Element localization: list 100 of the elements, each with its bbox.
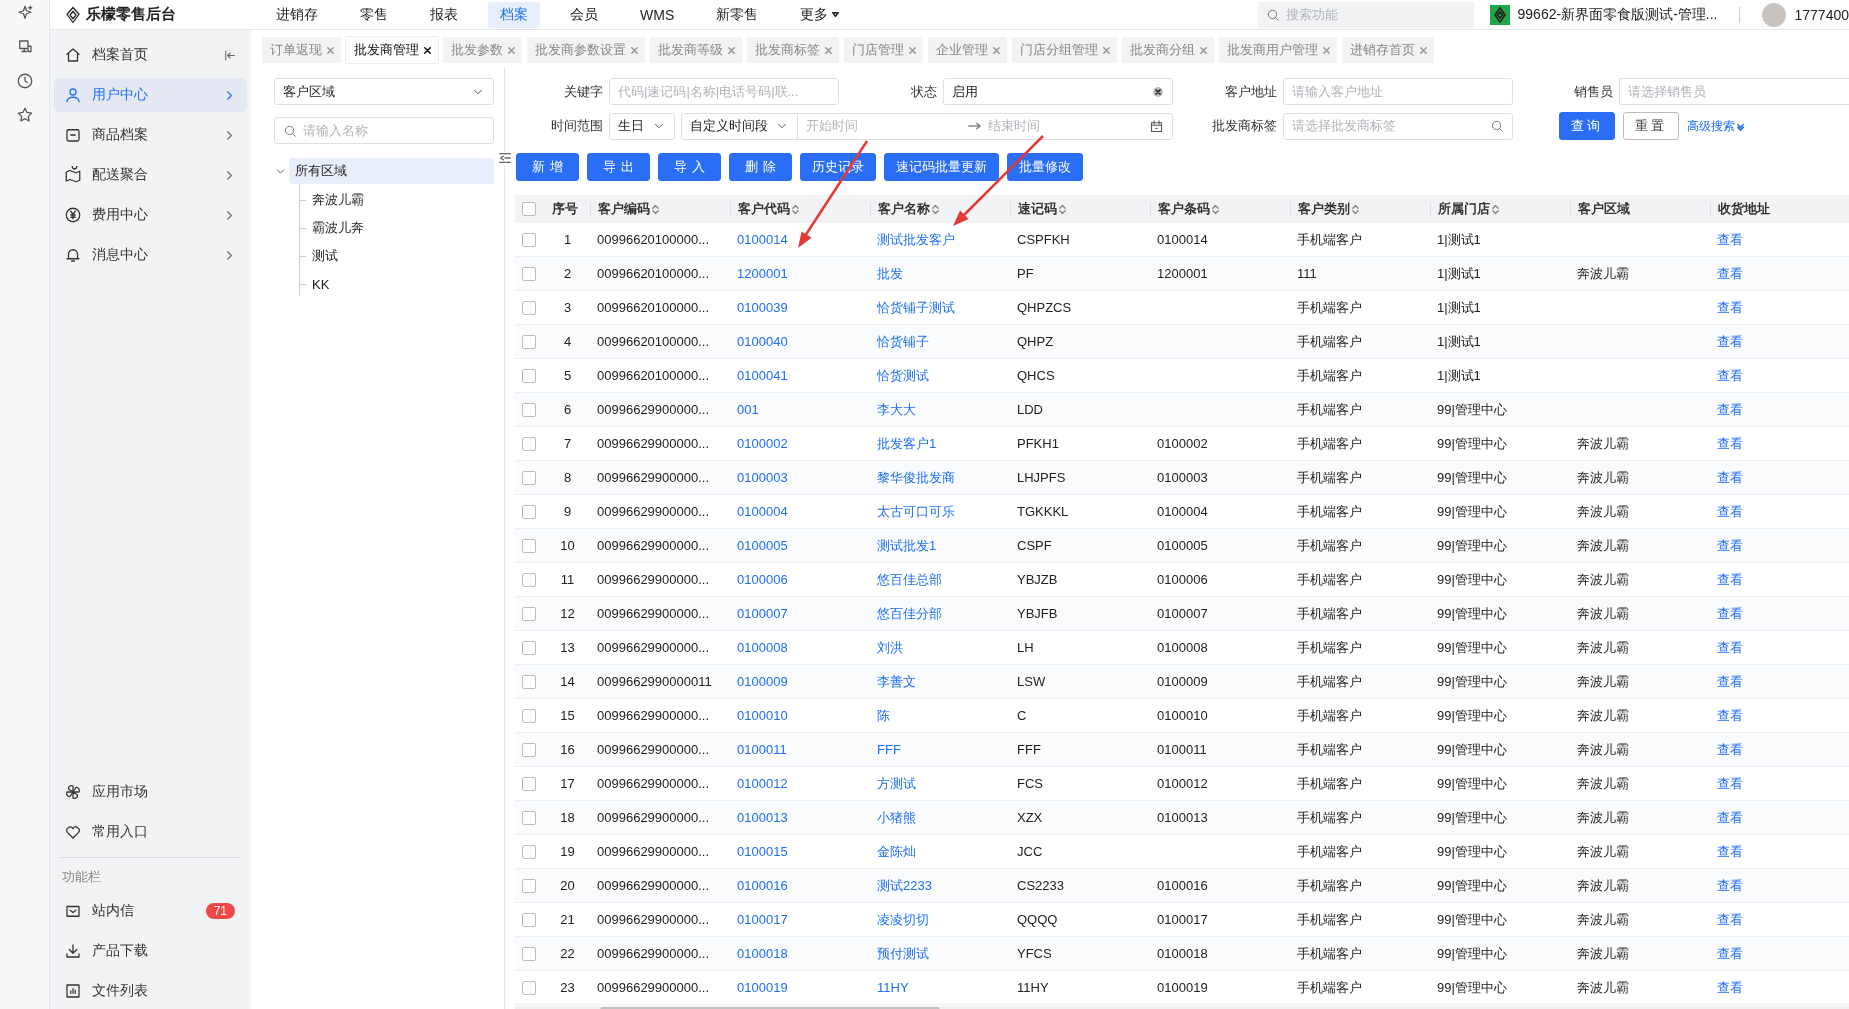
nav-tab[interactable]: 档案 [488,1,540,28]
table-link[interactable]: 0100005 [737,538,788,553]
action-button[interactable]: 批量修改 [1007,153,1083,181]
sort-icon[interactable] [1352,203,1359,215]
column-header[interactable]: 客户代码 [738,202,790,216]
row-checkbox[interactable] [522,674,536,689]
table-link[interactable]: 查看 [1717,468,1743,487]
more-menu[interactable]: 更多 [788,1,853,28]
table-link[interactable]: 0100006 [737,572,788,587]
table-link[interactable]: 查看 [1717,944,1743,963]
row-checkbox[interactable] [522,470,536,485]
table-link[interactable]: 0100007 [737,606,788,621]
table-link[interactable]: 0100040 [737,334,788,349]
table-link[interactable]: 查看 [1717,910,1743,929]
table-link[interactable]: 0100039 [737,300,788,315]
select-all-checkbox[interactable] [522,202,536,216]
menu-item[interactable]: 应用市场 [54,775,247,809]
table-link[interactable]: 预付测试 [877,944,929,963]
table-link[interactable]: 恰货铺子测试 [877,298,955,317]
nav-tab[interactable]: 进销存 [264,1,330,28]
table-link[interactable]: 查看 [1717,672,1743,691]
nav-tab[interactable]: WMS [628,1,687,28]
sparkle-icon[interactable] [15,4,34,22]
table-link[interactable]: 0100013 [737,810,788,825]
row-checkbox[interactable] [522,776,536,791]
table-link[interactable]: 查看 [1717,774,1743,793]
tree-node[interactable]: 奔波儿霸 [306,187,370,213]
advanced-search-link[interactable]: 高级搜索 [1687,117,1745,135]
table-link[interactable]: 0100002 [737,436,788,451]
store-name[interactable]: 99662-新界面零食版测试-管理... [1517,5,1718,24]
table-link[interactable]: 悠百佳总部 [877,570,942,589]
menu-item[interactable]: 常用入口 [54,815,247,849]
page-tab[interactable]: 批发参数 [443,37,522,63]
table-link[interactable]: 查看 [1717,604,1743,623]
column-header[interactable]: 客户条码 [1158,202,1210,216]
menu-item[interactable]: 站内信 71 [54,894,247,928]
clock-icon[interactable] [15,72,34,90]
row-checkbox[interactable] [522,436,536,451]
page-tab[interactable]: 批发商等级 [650,37,742,63]
avatar[interactable] [1762,2,1787,27]
table-link[interactable]: 李大大 [877,400,916,419]
table-link[interactable]: 查看 [1717,366,1743,385]
date-type-select[interactable]: 生日 [609,112,675,140]
table-link[interactable]: 查看 [1717,978,1743,997]
page-tab[interactable]: 订单返现 [262,37,341,63]
sort-icon[interactable] [932,203,939,215]
table-link[interactable]: 查看 [1717,638,1743,657]
table-link[interactable]: 0100010 [737,708,788,723]
sort-icon[interactable] [1492,203,1499,215]
menu-item[interactable]: 商品档案 [54,118,247,152]
table-link[interactable]: 方测试 [877,774,916,793]
nav-tab[interactable]: 报表 [418,1,470,28]
page-tab[interactable]: 批发商分组 [1122,37,1214,63]
menu-item[interactable]: 文件列表 [54,974,247,1008]
page-tab[interactable]: 批发商参数设置 [527,37,645,63]
page-tab[interactable]: 批发商用户管理 [1219,37,1337,63]
row-checkbox[interactable] [522,572,536,587]
table-link[interactable]: 0100008 [737,640,788,655]
table-link[interactable]: 0100012 [737,776,788,791]
table-link[interactable]: 陈 [877,706,890,725]
column-header[interactable]: 速记码 [1018,202,1057,216]
sort-icon[interactable] [1059,203,1066,215]
row-checkbox[interactable] [522,878,536,893]
table-link[interactable]: 查看 [1717,264,1743,283]
row-checkbox[interactable] [522,606,536,621]
column-header[interactable]: 所属门店 [1438,202,1490,216]
table-link[interactable]: 0100004 [737,504,788,519]
table-link[interactable]: 0100003 [737,470,788,485]
page-tab[interactable]: 进销存首页 [1342,37,1434,63]
table-link[interactable]: 批发 [877,264,903,283]
row-checkbox[interactable] [522,504,536,519]
table-link[interactable]: 恰货测试 [877,366,929,385]
row-checkbox[interactable] [522,946,536,961]
menu-item[interactable]: 产品下载 [54,934,247,968]
page-tab[interactable]: 批发商标签 [747,37,839,63]
table-link[interactable]: 黎华俊批发商 [877,468,955,487]
collapse-panel-icon[interactable] [498,151,512,165]
menu-item[interactable]: 用户中心 [54,78,247,112]
table-link[interactable]: 测试批发1 [877,536,937,555]
table-link[interactable]: 0100041 [737,368,788,383]
table-link[interactable]: 测试2233 [877,876,932,895]
sort-icon[interactable] [792,203,799,215]
row-checkbox[interactable] [522,640,536,655]
clear-icon[interactable] [1152,85,1164,98]
table-link[interactable]: 查看 [1717,808,1743,827]
row-checkbox[interactable] [522,844,536,859]
table-link[interactable]: 0100019 [737,980,788,995]
table-link[interactable]: 0100016 [737,878,788,893]
table-link[interactable]: 查看 [1717,842,1743,861]
table-link[interactable]: 查看 [1717,298,1743,317]
table-link[interactable]: 查看 [1717,876,1743,895]
row-checkbox[interactable] [522,402,536,417]
row-checkbox[interactable] [522,912,536,927]
table-link[interactable]: 0100011 [737,742,787,757]
row-checkbox[interactable] [522,538,536,553]
table-link[interactable]: 001 [737,402,759,417]
action-button[interactable]: 速记码批量更新 [884,153,999,181]
action-button[interactable]: 删除 [729,153,792,181]
table-link[interactable]: 查看 [1717,434,1743,453]
column-header[interactable]: 客户类别 [1298,202,1350,216]
